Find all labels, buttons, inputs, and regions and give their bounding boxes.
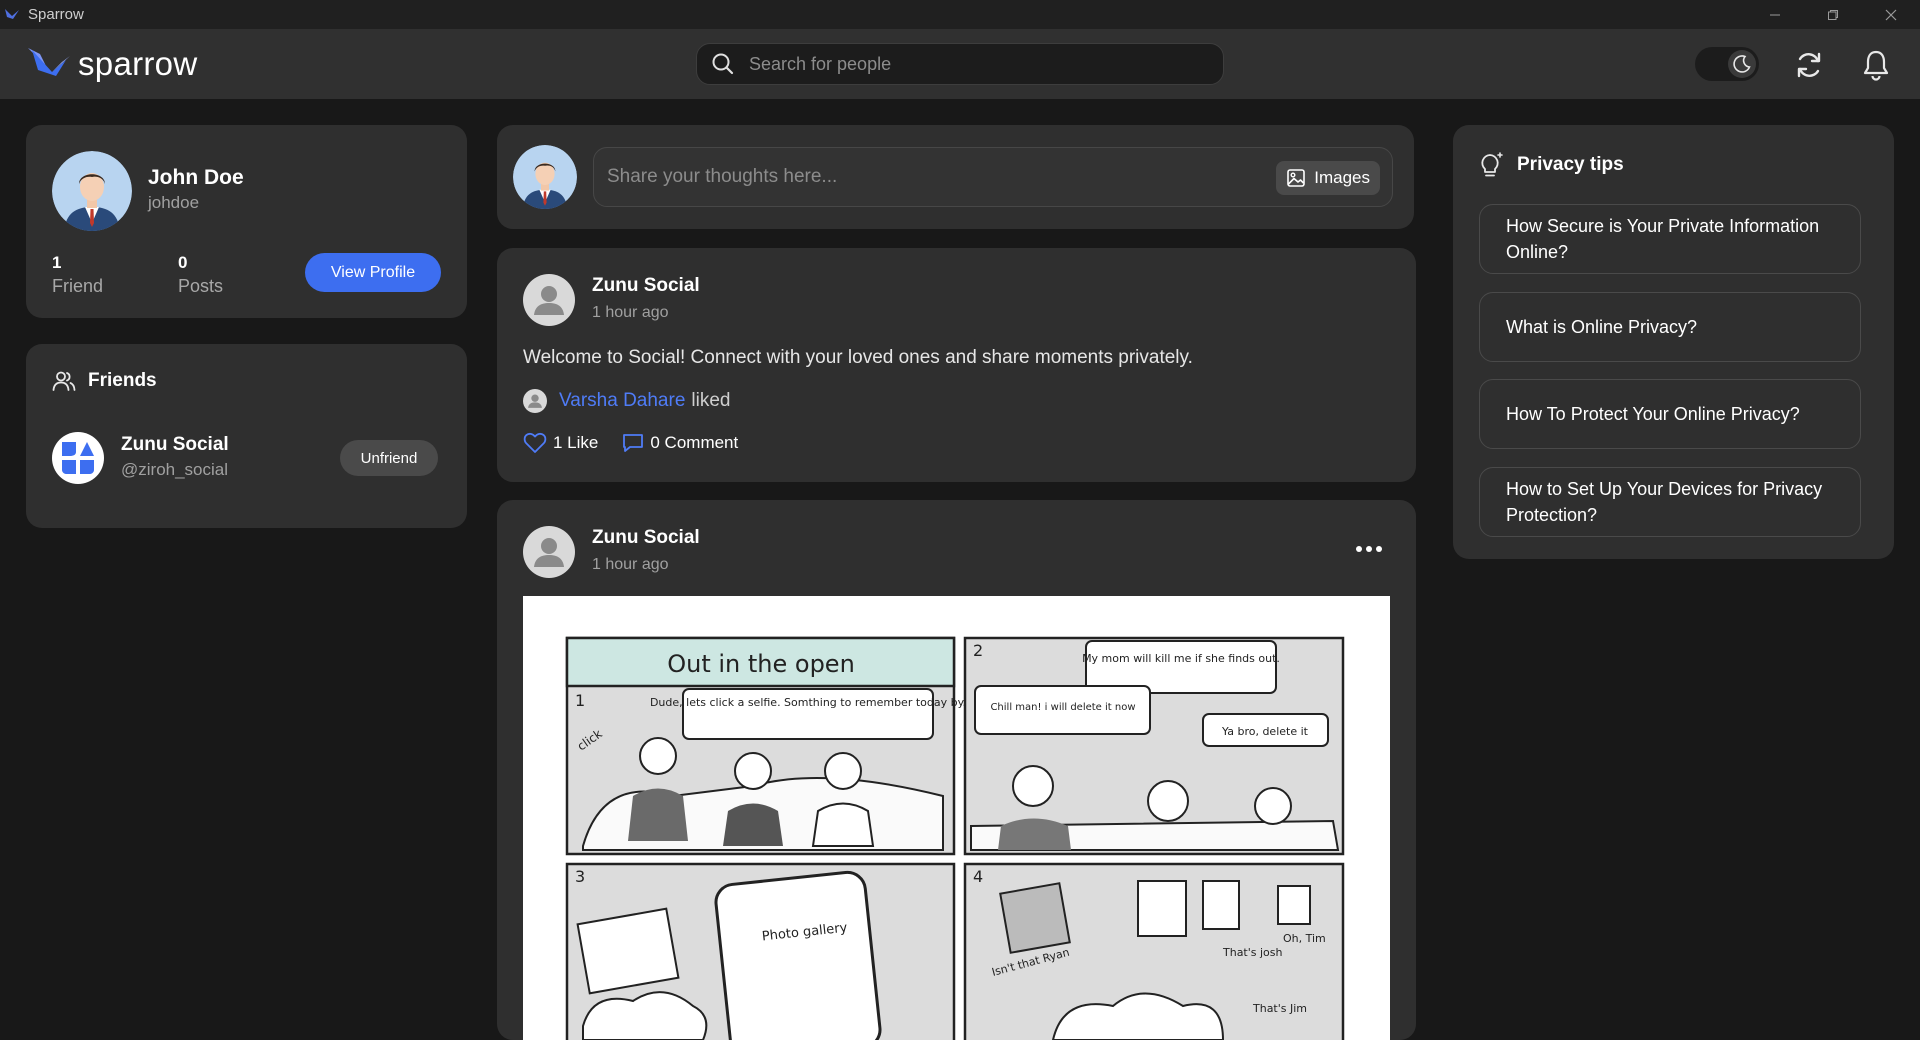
post-composer: Images	[497, 125, 1414, 229]
logo-text: sparrow	[78, 45, 198, 82]
privacy-tip-item[interactable]: How to Set Up Your Devices for Privacy P…	[1479, 467, 1861, 537]
post-author-avatar[interactable]	[523, 274, 575, 326]
friends-header: Friends	[52, 370, 157, 392]
friends-card: Friends Zunu Social @ziroh_social Unfrie…	[26, 344, 467, 528]
speech-bubble: Dude, lets click a selfie. Somthing to r…	[650, 696, 966, 709]
profile-card: John Doe johdoe 1 Friend 0 Posts View Pr…	[26, 125, 467, 318]
post-timestamp: 1 hour ago	[592, 556, 669, 573]
friends-title: Friends	[88, 370, 157, 391]
sparrow-bird-icon	[28, 48, 70, 76]
speech-bubble: My mom will kill me if she finds out.	[1082, 652, 1280, 665]
friend-handle: @ziroh_social	[121, 460, 229, 479]
heart-icon	[523, 432, 547, 453]
theme-toggle-knob	[1728, 50, 1756, 78]
window-title: Sparrow	[28, 6, 84, 23]
images-button-label: Images	[1314, 168, 1370, 187]
speech-bubble: That's Jim	[1252, 1002, 1307, 1015]
user-avatar-image	[513, 145, 577, 209]
composer-field[interactable]: Images	[593, 147, 1393, 207]
liked-by-avatar	[523, 389, 547, 413]
posts-stat: 0 Posts	[178, 253, 223, 297]
like-count: 1 Like	[553, 433, 599, 452]
friend-name[interactable]: Zunu Social	[121, 434, 229, 456]
top-navbar: sparrow	[0, 29, 1920, 99]
theme-toggle[interactable]	[1695, 47, 1759, 81]
search-input[interactable]	[749, 53, 1189, 75]
comic-title: Out in the open	[667, 650, 855, 678]
post-text: Welcome to Social! Connect with your lov…	[523, 347, 1193, 368]
friend-avatar[interactable]	[52, 432, 104, 484]
search-bar[interactable]	[696, 43, 1224, 85]
friends-count-label: Friend	[52, 276, 104, 296]
minimize-icon	[1770, 14, 1780, 15]
composer-avatar	[513, 145, 577, 209]
restore-button[interactable]	[1804, 0, 1862, 29]
unfriend-button[interactable]: Unfriend	[340, 440, 438, 476]
lightbulb-icon	[1481, 152, 1503, 177]
panel-number: 1	[575, 691, 585, 710]
privacy-tips-header: Privacy tips	[1479, 151, 1624, 179]
window-controls	[1746, 0, 1920, 29]
friends-count: 1	[52, 253, 62, 272]
profile-handle: johdoe	[148, 193, 200, 212]
post-author[interactable]: Zunu Social	[592, 527, 700, 549]
panel-number: 2	[973, 641, 983, 660]
refresh-button[interactable]	[1793, 49, 1825, 81]
restore-icon	[1828, 9, 1838, 20]
post-actions: 1 Like 0 Comment	[523, 432, 738, 454]
refresh-icon	[1797, 52, 1821, 78]
minimize-button[interactable]	[1746, 0, 1804, 29]
users-icon	[52, 371, 76, 391]
like-button[interactable]: 1 Like	[523, 432, 598, 454]
panel-number: 4	[973, 867, 983, 886]
default-user-icon	[534, 538, 564, 567]
liked-by-user-link[interactable]: Varsha Dahare	[559, 390, 685, 412]
images-button[interactable]: Images	[1276, 161, 1380, 195]
privacy-tips-title: Privacy tips	[1517, 154, 1624, 175]
image-icon	[1287, 169, 1306, 187]
post-author-avatar[interactable]	[523, 526, 575, 578]
liked-label: liked	[691, 390, 731, 411]
speech-bubble: Ya bro, delete it	[1221, 725, 1309, 738]
liked-by-row: Varsha Dahare liked	[523, 389, 730, 413]
panel-number: 3	[575, 867, 585, 886]
composer-input[interactable]	[607, 166, 1247, 188]
post-image-comic[interactable]: Out in the open 1 2 3 4 Dude, lets click…	[523, 596, 1390, 1040]
moon-icon	[1733, 55, 1751, 73]
comment-count: 0 Comment	[650, 433, 739, 452]
default-user-icon	[528, 394, 542, 408]
post-card: Zunu Social 1 hour ago Welcome to Social…	[497, 248, 1416, 482]
post-card: Zunu Social 1 hour ago Out in the open 1…	[497, 500, 1416, 1040]
privacy-tip-item[interactable]: What is Online Privacy?	[1479, 292, 1861, 362]
speech-bubble: That's josh	[1222, 946, 1283, 959]
bell-icon	[1863, 50, 1889, 81]
comment-button[interactable]: 0 Comment	[622, 432, 738, 454]
comment-icon	[623, 434, 644, 452]
friends-stat: 1 Friend	[52, 253, 103, 297]
profile-name: John Doe	[148, 166, 244, 189]
view-profile-button[interactable]: View Profile	[305, 253, 441, 292]
zunu-logo-icon	[62, 442, 94, 474]
app-icon	[5, 8, 19, 19]
default-user-icon	[534, 286, 564, 315]
search-icon	[712, 53, 734, 75]
profile-avatar[interactable]	[52, 151, 132, 231]
posts-count-label: Posts	[178, 276, 224, 296]
speech-bubble: Oh, Tim	[1283, 932, 1326, 945]
privacy-tip-item[interactable]: How To Protect Your Online Privacy?	[1479, 379, 1861, 449]
posts-count: 0	[178, 253, 188, 272]
user-avatar-image	[52, 151, 132, 231]
privacy-tip-item[interactable]: How Secure is Your Private Information O…	[1479, 204, 1861, 274]
close-icon	[1885, 9, 1897, 20]
logo[interactable]: sparrow	[26, 45, 197, 83]
privacy-tips-card: Privacy tips How Secure is Your Private …	[1453, 125, 1894, 559]
comic-illustration: Out in the open 1 2 3 4 Dude, lets click…	[565, 636, 1345, 1040]
notifications-button[interactable]	[1860, 49, 1892, 81]
close-button[interactable]	[1862, 0, 1920, 29]
speech-bubble: Chill man! i will delete it now	[990, 702, 1135, 713]
post-timestamp: 1 hour ago	[592, 304, 669, 321]
post-author[interactable]: Zunu Social	[592, 275, 700, 297]
more-icon[interactable]	[1356, 546, 1382, 552]
window-titlebar: Sparrow	[0, 0, 1920, 29]
